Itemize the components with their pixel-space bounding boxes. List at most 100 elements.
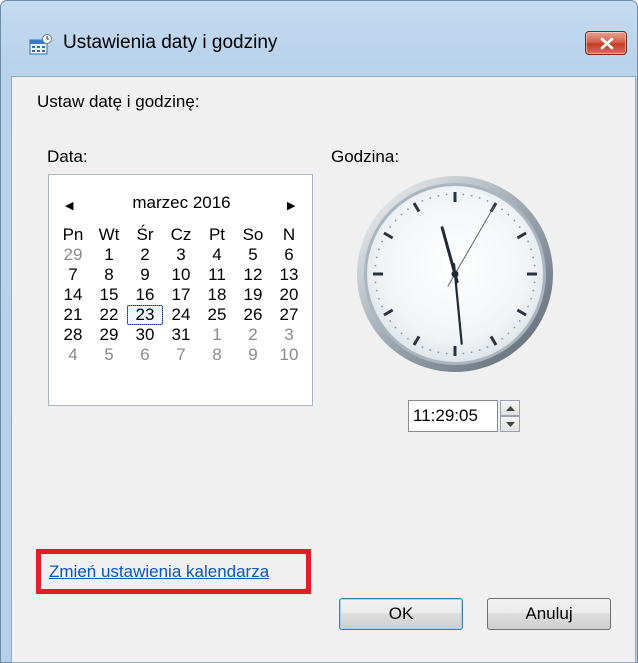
title-bar[interactable]: Ustawienia daty i godziny [1, 1, 637, 85]
calendar-day-other-month[interactable]: 6 [127, 345, 163, 365]
weekday-label: Pt [208, 225, 226, 244]
close-button[interactable] [585, 31, 627, 55]
clock-minute-mark [429, 197, 432, 199]
calendar-day[interactable]: 5 [235, 245, 271, 265]
calendar-day[interactable]: 4 [199, 245, 235, 265]
calendar-day[interactable]: 1 [91, 245, 127, 265]
time-down-button[interactable] [500, 416, 520, 432]
calendar-day[interactable]: 22 [91, 305, 127, 325]
calendar-day[interactable]: 3 [163, 245, 199, 265]
clock-minute-mark [437, 194, 440, 197]
calendar-day[interactable]: 13 [271, 265, 307, 285]
calendar-day[interactable]: 21 [55, 305, 91, 325]
clock-minute-mark [527, 240, 529, 243]
calendar-day-other-month[interactable]: 10 [271, 345, 307, 365]
weekday-label: Pn [62, 225, 84, 244]
calendar-day-other-month[interactable]: 3 [271, 325, 307, 345]
calendar-day[interactable]: 30 [127, 325, 163, 345]
calendar-clock-icon [29, 34, 53, 56]
cancel-button[interactable]: Anuluj [487, 598, 611, 630]
clock-minute-mark [407, 208, 409, 211]
calendar-day-other-month[interactable]: 7 [163, 345, 199, 365]
analog-clock [357, 176, 553, 372]
calendar-grid: Pn Wt Śr Cz Pt So N 29 1 2 3 4 5 6 7 8 9 10 11 12 13 14 15 16 17… [55, 225, 307, 365]
calendar-day[interactable]: 24 [163, 305, 199, 325]
calendar-day[interactable]: 16 [127, 285, 163, 305]
clock-minute-mark [462, 193, 465, 196]
arrow-down-icon [506, 422, 515, 427]
clock-minute-mark [429, 349, 432, 351]
calendar-day-other-month[interactable]: 9 [235, 345, 271, 365]
next-month-button[interactable]: ▶ [287, 199, 295, 212]
weekday-label: Cz [170, 225, 192, 244]
clock-minute-mark [378, 248, 380, 251]
clock-minute-mark [381, 305, 383, 308]
ok-button[interactable]: OK [339, 598, 463, 630]
dialog-heading: Ustaw datę i godzinę: [37, 92, 200, 111]
calendar-day[interactable]: 7 [55, 265, 91, 285]
calendar-day[interactable]: 2 [127, 245, 163, 265]
close-icon [600, 37, 614, 50]
calendar-day[interactable]: 28 [55, 325, 91, 345]
calendar-day[interactable]: 25 [199, 305, 235, 325]
clock-minute-mark [462, 352, 465, 355]
calendar-day[interactable]: 6 [271, 245, 307, 265]
calendar-day-other-month[interactable]: 4 [55, 345, 91, 365]
clock-minute-mark [378, 297, 380, 300]
clock-minute-mark [389, 320, 392, 322]
calendar-day-other-month[interactable]: 29 [55, 245, 91, 265]
calendar-week: 21 22 23 24 25 26 27 [55, 305, 307, 325]
clock-minute-mark [527, 305, 529, 308]
calendar-day[interactable]: 10 [163, 265, 199, 285]
clock-minute-mark [470, 351, 473, 354]
month-calendar[interactable]: ◀ marzec 2016 ▶ Pn Wt Śr Cz Pt So N 29 1 2 3 4 5 6 7 8 9… [48, 174, 313, 406]
calendar-day[interactable]: 14 [55, 285, 91, 305]
calendar-month-title[interactable]: marzec 2016 [49, 193, 314, 213]
calendar-day[interactable]: 15 [91, 285, 127, 305]
calendar-day[interactable]: 12 [235, 265, 271, 285]
weekday-label: N [282, 225, 296, 244]
time-input[interactable]: 11:29:05 [408, 400, 498, 432]
calendar-day[interactable]: 26 [235, 305, 271, 325]
highlight-frame: Zmień ustawienia kalendarza [36, 549, 311, 594]
time-up-button[interactable] [500, 400, 520, 416]
clock-minute-mark [445, 352, 448, 355]
calendar-day-other-month[interactable]: 8 [199, 345, 235, 365]
clock-minute-mark [445, 193, 448, 196]
clock-minute-mark [513, 326, 516, 329]
calendar-day[interactable]: 31 [163, 325, 199, 345]
calendar-day[interactable]: 18 [199, 285, 235, 305]
calendar-day-other-month[interactable]: 1 [199, 325, 235, 345]
clock-minute-mark [533, 264, 536, 267]
calendar-day[interactable]: 29 [91, 325, 127, 345]
clock-minute-mark [400, 332, 403, 335]
clock-minute-mark [470, 194, 473, 197]
calendar-day[interactable]: 20 [271, 285, 307, 305]
clock-minute-mark [394, 219, 397, 222]
weekday-label: Śr [136, 225, 154, 244]
calendar-day[interactable]: 11 [199, 265, 235, 285]
clock-minute-mark [532, 256, 535, 259]
clock-minute-mark [518, 226, 521, 228]
clock-minute-mark [533, 281, 536, 284]
weekday-label: So [242, 225, 264, 244]
calendar-day[interactable]: 8 [91, 265, 127, 285]
weekday-label: Wt [98, 225, 120, 244]
calendar-day-other-month[interactable]: 5 [91, 345, 127, 365]
calendar-day[interactable]: 23 [127, 305, 163, 325]
calendar-day-other-month[interactable]: 2 [235, 325, 271, 345]
time-label: Godzina: [331, 147, 400, 166]
clock-minute-mark [394, 326, 397, 329]
change-calendar-settings-link[interactable]: Zmień ustawienia kalendarza [49, 562, 269, 582]
calendar-week: 28 29 30 31 1 2 3 [55, 325, 307, 345]
window-title: Ustawienia daty i godziny [63, 32, 278, 53]
calendar-day[interactable]: 27 [271, 305, 307, 325]
clock-minute-mark [389, 226, 392, 228]
calendar-week: 14 15 16 17 18 19 20 [55, 285, 307, 305]
time-spinner[interactable] [500, 400, 520, 432]
calendar-day[interactable]: 17 [163, 285, 199, 305]
calendar-day[interactable]: 19 [235, 285, 271, 305]
clock-minute-mark [381, 240, 383, 243]
calendar-day[interactable]: 9 [127, 265, 163, 285]
clock-minute-mark [507, 213, 510, 216]
